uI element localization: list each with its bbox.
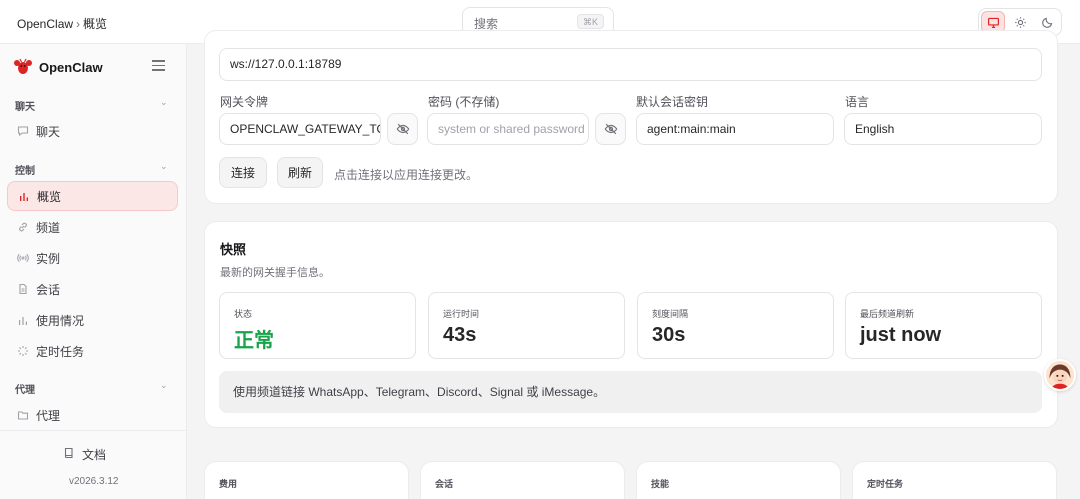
sidebar-item-label: 实例 xyxy=(36,251,61,266)
language-label: 语言 xyxy=(845,95,870,109)
refresh-button[interactable]: 刷新 xyxy=(277,157,323,188)
card-label: 费用 xyxy=(219,479,238,489)
card-label: 会话 xyxy=(435,479,454,489)
breadcrumb-current: 概览 xyxy=(83,17,108,31)
websocket-url-field[interactable]: ws://127.0.0.1:18789 xyxy=(219,48,1042,81)
sidebar: OpenClaw 聊天 ⌄ 聊天 控制 ⌄ 概览 频道 实例 会话 使用情况 定… xyxy=(0,44,187,499)
brand-name: OpenClaw xyxy=(39,59,103,75)
sidebar-item-label: 聊天 xyxy=(36,124,61,139)
toggle-token-visibility-button[interactable] xyxy=(387,113,418,145)
sidebar-item-label: 频道 xyxy=(36,220,61,235)
sun-icon xyxy=(1014,16,1026,28)
stat-status: 状态 正常 xyxy=(219,292,416,359)
sidebar-item-chat[interactable]: 聊天 xyxy=(7,116,178,146)
document-icon xyxy=(17,283,29,295)
version-label: v2026.3.12 xyxy=(69,476,119,487)
spinner-icon xyxy=(17,345,29,357)
eye-off-icon xyxy=(396,123,409,135)
sidebar-item-label: 概览 xyxy=(37,189,62,204)
collapse-sidebar-icon[interactable] xyxy=(152,60,165,71)
sessions-card[interactable]: 会话 xyxy=(420,461,625,499)
sidebar-item-label: 会话 xyxy=(36,282,61,297)
language-select[interactable]: English xyxy=(844,113,1042,145)
section-title-agents: 代理 xyxy=(15,385,35,396)
sidebar-item-label: 代理 xyxy=(36,408,61,423)
sidebar-item-scheduled-tasks[interactable]: 定时任务 xyxy=(7,336,178,366)
stat-label: 刻度间隔 xyxy=(652,309,689,319)
sidebar-item-label: 使用情况 xyxy=(36,313,85,328)
chevron-down-icon[interactable]: ⌄ xyxy=(160,161,168,172)
stat-value: 43s xyxy=(443,324,477,346)
stat-uptime: 运行时间 43s xyxy=(428,292,625,359)
link-icon xyxy=(17,221,29,233)
stat-value: 30s xyxy=(652,324,686,346)
card-label: 定时任务 xyxy=(867,479,904,489)
moon-icon xyxy=(1041,17,1052,28)
docs-label: 文档 xyxy=(82,448,107,462)
stat-label: 运行时间 xyxy=(443,309,480,319)
sidebar-item-overview[interactable]: 概览 xyxy=(7,181,178,211)
breadcrumb-root[interactable]: OpenClaw xyxy=(17,17,73,31)
sidebar-item-label: 定时任务 xyxy=(36,344,85,359)
docs-link[interactable]: 文档 xyxy=(63,446,106,463)
eye-off-icon xyxy=(604,123,617,135)
stat-value: 正常 xyxy=(234,330,274,352)
radio-icon xyxy=(17,252,29,264)
folder-icon xyxy=(17,409,29,421)
token-label: 网关令牌 xyxy=(220,95,269,109)
toggle-password-visibility-button[interactable] xyxy=(595,113,626,145)
stat-last-channel-refresh: 最后频道刷新 just now xyxy=(845,292,1042,359)
sidebar-item-instances[interactable]: 实例 xyxy=(7,243,178,273)
chevron-down-icon[interactable]: ⌄ xyxy=(160,97,168,108)
brand[interactable]: OpenClaw xyxy=(13,57,103,77)
breadcrumb: OpenClaw › 概览 xyxy=(17,15,107,32)
scheduled-tasks-card[interactable]: 定时任务 xyxy=(852,461,1057,499)
sidebar-item-channels[interactable]: 频道 xyxy=(7,212,178,242)
book-icon xyxy=(63,447,75,462)
gateway-token-field[interactable]: OPENCLAW_GATEWAY_TOK xyxy=(219,113,381,145)
search-shortcut: ⌘K xyxy=(576,14,604,29)
session-key-field[interactable]: agent:main:main xyxy=(636,113,834,145)
snapshot-title: 快照 xyxy=(220,242,247,257)
sidebar-item-usage[interactable]: 使用情况 xyxy=(7,305,178,335)
stat-label: 状态 xyxy=(234,309,253,319)
connect-button[interactable]: 连接 xyxy=(219,157,267,188)
sidebar-item-agents[interactable]: 代理 xyxy=(7,400,178,430)
snapshot-subtitle: 最新的网关握手信息。 xyxy=(220,267,330,279)
stat-tick-interval: 刻度间隔 30s xyxy=(637,292,834,359)
sidebar-item-sessions[interactable]: 会话 xyxy=(7,274,178,304)
section-title-control: 控制 xyxy=(15,166,35,177)
assistant-face-icon xyxy=(1046,361,1074,389)
section-title-chat: 聊天 xyxy=(15,102,35,113)
connect-hint: 点击连接以应用连接更改。 xyxy=(334,168,479,182)
usage-bars-icon xyxy=(17,314,29,326)
channels-notice: 使用频道链接 WhatsApp、Telegram、Discord、Signal … xyxy=(219,371,1042,413)
cost-card[interactable]: 费用 xyxy=(204,461,409,499)
stat-value: just now xyxy=(860,324,942,346)
password-field[interactable]: system or shared password xyxy=(427,113,589,145)
stat-label: 最后频道刷新 xyxy=(860,309,915,319)
chevron-down-icon[interactable]: ⌄ xyxy=(160,380,168,391)
password-label: 密码 (不存储) xyxy=(428,95,500,109)
monitor-icon xyxy=(987,17,999,28)
sidebar-footer: 文档 v2026.3.12 xyxy=(0,430,187,487)
skills-card[interactable]: 技能 xyxy=(636,461,841,499)
chat-bubble-icon xyxy=(17,125,29,137)
breadcrumb-separator: › xyxy=(76,17,81,31)
session-key-label: 默认会话密钥 xyxy=(636,95,709,109)
lobster-logo-icon xyxy=(14,58,32,74)
card-label: 技能 xyxy=(651,479,670,489)
bar-chart-icon xyxy=(18,190,30,202)
assistant-avatar[interactable] xyxy=(1044,359,1076,391)
